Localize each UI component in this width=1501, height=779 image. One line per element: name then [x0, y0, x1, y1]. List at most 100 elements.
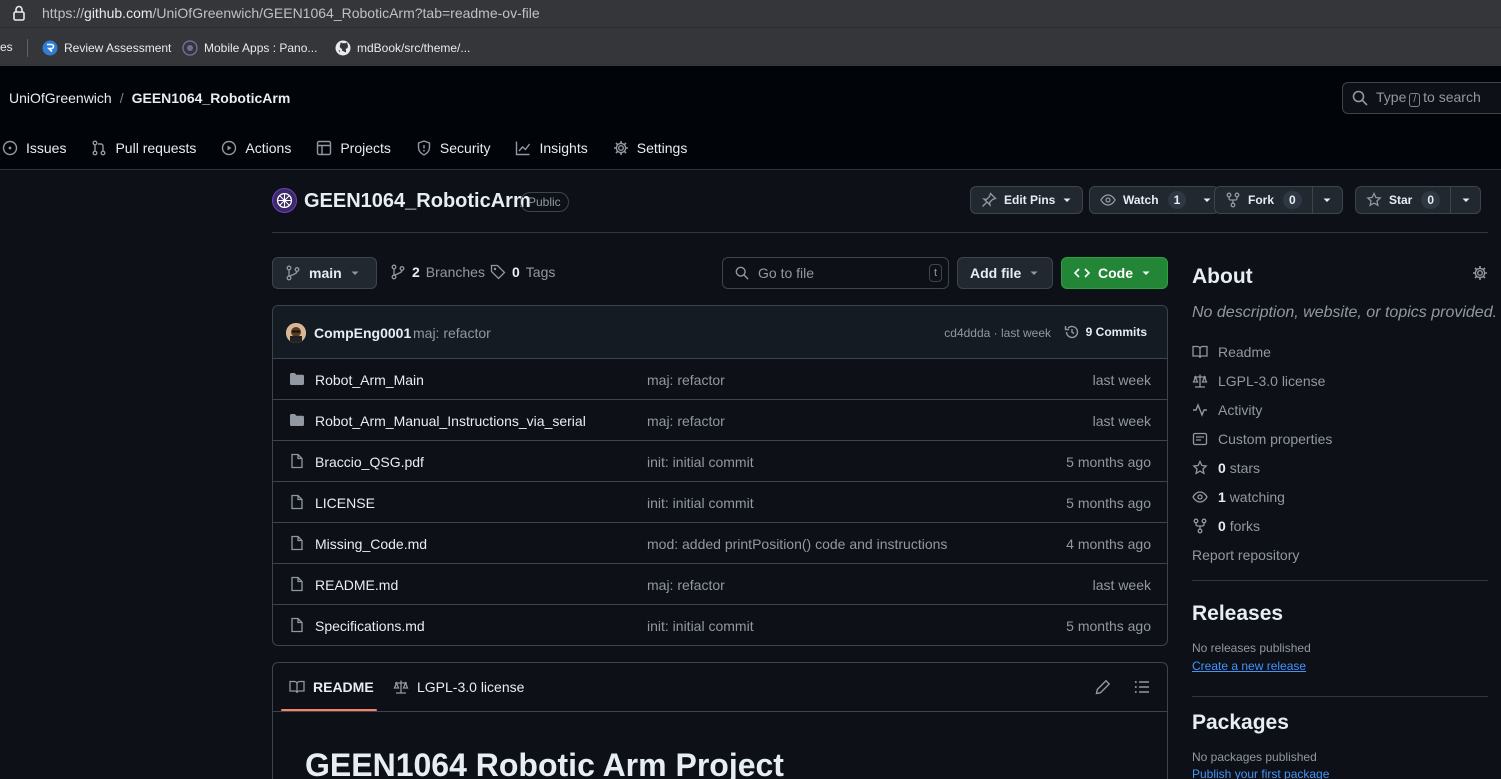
file-commit-message[interactable]: init: initial commit: [647, 495, 754, 511]
tab-projects[interactable]: Projects: [316, 140, 391, 156]
file-name[interactable]: LICENSE: [315, 495, 375, 511]
chevron-down-icon: [1322, 195, 1332, 205]
file-commit-message[interactable]: maj: refactor: [647, 577, 725, 593]
table-row[interactable]: Robot_Arm_Manual_Instructions_via_serial…: [273, 400, 1167, 441]
table-row[interactable]: LICENSE init: initial commit 5 months ag…: [273, 482, 1167, 523]
bookmark-item[interactable]: mdBook/src/theme/...: [335, 40, 470, 56]
gear-icon[interactable]: [1472, 265, 1488, 281]
tab-actions[interactable]: Actions: [221, 140, 291, 156]
file-name[interactable]: README.md: [315, 577, 398, 593]
releases-heading[interactable]: Releases: [1192, 602, 1488, 626]
file-commit-time: 4 months ago: [1066, 536, 1151, 552]
divider: [272, 232, 1488, 233]
commit-sha[interactable]: cd4ddda · last week: [944, 326, 1051, 340]
search-icon: [1352, 90, 1368, 106]
tags-link[interactable]: 0 Tags: [490, 264, 555, 280]
file-name[interactable]: Missing_Code.md: [315, 536, 427, 552]
add-file-button[interactable]: Add file: [957, 257, 1053, 289]
edit-pins-button[interactable]: Edit Pins: [970, 186, 1084, 214]
tab-license[interactable]: LGPL-3.0 license: [393, 679, 524, 695]
fork-button[interactable]: Fork 0: [1214, 186, 1343, 214]
file-commit-time: 5 months ago: [1066, 618, 1151, 634]
tab-issues[interactable]: Issues: [2, 140, 66, 156]
readme-panel: README LGPL-3.0 license GEEN1064 Robotic…: [272, 662, 1168, 779]
report-repository-link[interactable]: Report repository: [1192, 547, 1299, 563]
repo-title[interactable]: GEEN1064_RoboticArm: [304, 190, 531, 213]
file-name[interactable]: Robot_Arm_Manual_Instructions_via_serial: [315, 413, 586, 429]
bookmark-item[interactable]: Review Assessment: [42, 40, 171, 56]
file-list: CompEng0001 maj: refactor cd4ddda · last…: [272, 305, 1168, 646]
pulse-icon: [1192, 402, 1208, 418]
search-input[interactable]: Type / to search: [1342, 82, 1501, 114]
file-name[interactable]: Braccio_QSG.pdf: [315, 454, 424, 470]
pin-icon: [981, 192, 997, 208]
chevron-down-icon: [1202, 195, 1212, 205]
issue-icon: [2, 140, 18, 156]
table-row[interactable]: Robot_Arm_Main maj: refactor last week: [273, 359, 1167, 400]
panopto-icon: [182, 40, 198, 56]
commit-message[interactable]: maj: refactor: [413, 325, 491, 341]
file-commit-message[interactable]: mod: added printPosition() code and inst…: [647, 536, 947, 552]
folder-icon: [289, 412, 305, 428]
list-icon[interactable]: [1134, 679, 1150, 695]
file-icon: [289, 617, 305, 633]
file-commit-message[interactable]: init: initial commit: [647, 618, 754, 634]
file-icon: [289, 453, 305, 469]
file-commit-time: last week: [1092, 577, 1151, 593]
table-row[interactable]: README.md maj: refactor last week: [273, 564, 1167, 605]
commit-author[interactable]: CompEng0001: [314, 325, 411, 341]
watch-button[interactable]: Watch 1: [1089, 186, 1220, 214]
sidebar-item-license[interactable]: LGPL-3.0 license: [1192, 373, 1325, 389]
bookmark-item[interactable]: Mobile Apps : Pano...: [182, 40, 317, 56]
tab-pull-requests[interactable]: Pull requests: [91, 140, 196, 156]
file-commit-message[interactable]: maj: refactor: [647, 413, 725, 429]
table-row[interactable]: Specifications.md init: initial commit 5…: [273, 605, 1167, 645]
tab-readme[interactable]: README: [289, 679, 374, 695]
file-name[interactable]: Robot_Arm_Main: [315, 372, 424, 388]
go-to-file-input[interactable]: Go to file t: [722, 257, 949, 289]
code-button[interactable]: Code: [1061, 257, 1168, 289]
tab-security[interactable]: Security: [416, 140, 490, 156]
fork-icon: [1225, 192, 1241, 208]
star-dropdown[interactable]: [1450, 187, 1480, 213]
sidebar-item-readme[interactable]: Readme: [1192, 344, 1271, 360]
branches-link[interactable]: 2 Branches: [390, 264, 485, 280]
repo-link[interactable]: GEEN1064_RoboticArm: [132, 90, 291, 106]
branch-select-button[interactable]: main: [272, 257, 377, 289]
repo-owner-avatar[interactable]: [272, 188, 297, 213]
branch-icon: [390, 264, 406, 280]
tab-settings[interactable]: Settings: [613, 140, 687, 156]
lock-icon: [12, 5, 26, 21]
star-icon: [1366, 192, 1382, 208]
sidebar-item-stars[interactable]: 0 stars: [1192, 460, 1260, 476]
tab-insights[interactable]: Insights: [515, 140, 588, 156]
breadcrumb: UniOfGreenwich / GEEN1064_RoboticArm: [9, 90, 290, 106]
fork-dropdown[interactable]: [1311, 187, 1342, 213]
sidebar-item-custom-properties[interactable]: Custom properties: [1192, 431, 1332, 447]
create-release-link[interactable]: Create a new release: [1192, 659, 1306, 673]
pencil-icon[interactable]: [1095, 679, 1111, 695]
table-row[interactable]: Missing_Code.md mod: added printPosition…: [273, 523, 1167, 564]
table-row[interactable]: Braccio_QSG.pdf init: initial commit 5 m…: [273, 441, 1167, 482]
author-avatar[interactable]: [286, 323, 306, 343]
projects-icon: [316, 140, 332, 156]
star-button[interactable]: Star 0: [1355, 186, 1482, 214]
packages-heading[interactable]: Packages: [1192, 711, 1488, 735]
sidebar-item-forks[interactable]: 0 forks: [1192, 518, 1260, 534]
book-icon: [1192, 344, 1208, 360]
sidebar-item-watching[interactable]: 1 watching: [1192, 489, 1285, 505]
actions-icon: [221, 140, 237, 156]
file-commit-time: 5 months ago: [1066, 454, 1151, 470]
url-field[interactable]: https://github.com/UniOfGreenwich/GEEN10…: [42, 5, 540, 21]
star-icon: [1192, 460, 1208, 476]
sidebar-item-activity[interactable]: Activity: [1192, 402, 1262, 418]
commits-link[interactable]: 9 Commits: [1064, 324, 1147, 340]
file-commit-message[interactable]: maj: refactor: [647, 372, 725, 388]
owner-link[interactable]: UniOfGreenwich: [9, 90, 112, 106]
file-name[interactable]: Specifications.md: [315, 618, 425, 634]
bookmark-item[interactable]: es: [0, 40, 13, 54]
publish-package-link[interactable]: Publish your first package: [1192, 767, 1329, 779]
active-tab-indicator: [281, 709, 377, 711]
divider: [1192, 696, 1488, 697]
file-commit-message[interactable]: init: initial commit: [647, 454, 754, 470]
